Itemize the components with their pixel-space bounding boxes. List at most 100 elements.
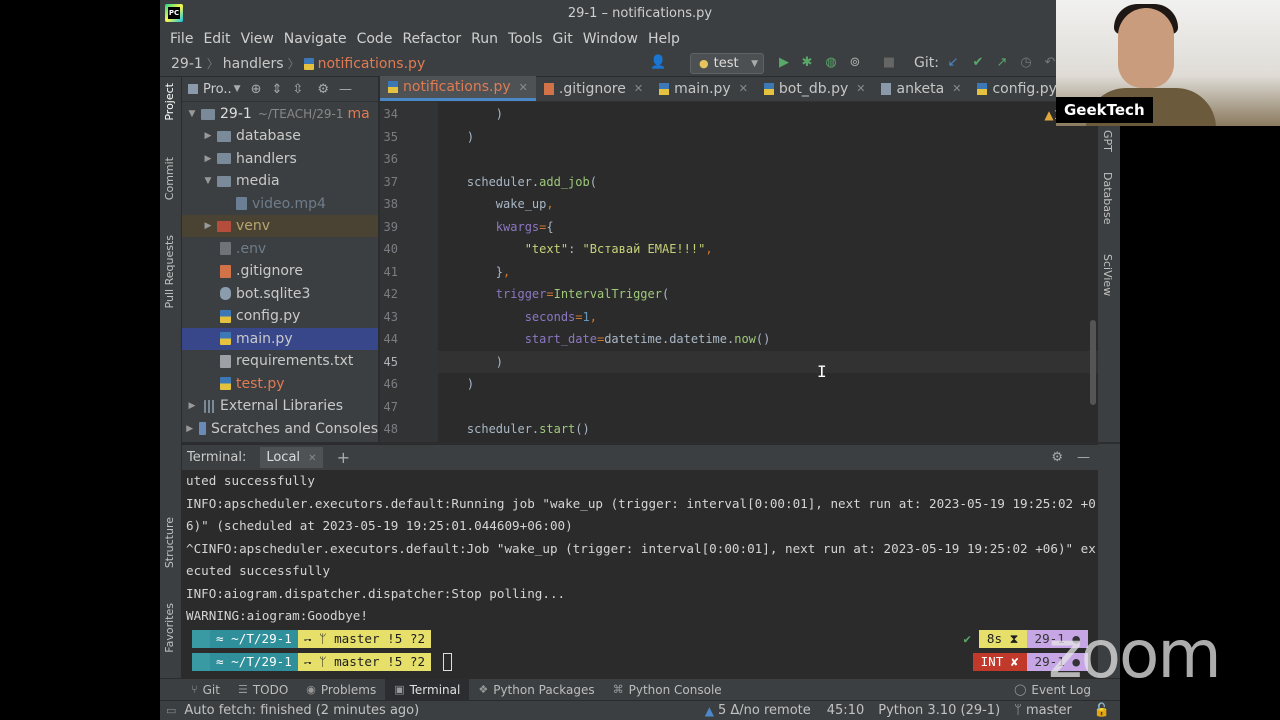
menu-refactor[interactable]: Refactor [397, 31, 466, 47]
tool-tab-terminal[interactable]: ▣ Terminal [385, 678, 470, 701]
menu-help[interactable]: Help [643, 31, 685, 47]
tree-item[interactable]: config.py [182, 305, 378, 327]
expand-all-icon[interactable]: ⇕ [272, 82, 283, 97]
tree-item-label: .gitignore [236, 263, 303, 279]
run-configuration-select[interactable]: ● test ▼ [690, 53, 764, 74]
tree-item[interactable]: .env [182, 238, 378, 260]
menu-file[interactable]: File [165, 31, 198, 47]
project-panel: Pro.. ▼ ⊕ ⇕ ⇳ ⚙ — ▼ 29-1 ~/TEACH/29-1 ma… [182, 77, 378, 442]
gear-icon[interactable]: ⚙ [1051, 450, 1063, 465]
run-icon[interactable]: ▶ [776, 55, 792, 71]
editor-tab-notifications[interactable]: notifications.py ✕ [380, 76, 536, 101]
breadcrumb-file[interactable]: notifications.py [318, 56, 426, 72]
chevron-right-icon[interactable]: ▶ [186, 401, 198, 411]
hide-icon[interactable]: — [339, 82, 352, 97]
code-line: trigger=IntervalTrigger( [495, 287, 670, 301]
tool-tab-favorites[interactable]: Favorites [163, 603, 176, 653]
menu-view[interactable]: View [236, 31, 279, 47]
menu-run[interactable]: Run [466, 31, 503, 47]
editor-tab-main[interactable]: main.py ✕ [651, 76, 756, 101]
menu-code[interactable]: Code [352, 31, 398, 47]
tool-tab-todo[interactable]: ☰ TODO [229, 679, 297, 701]
git-changes[interactable]: 5 Δ/no remote [718, 703, 811, 718]
tree-item[interactable]: ▼ media [182, 170, 378, 192]
lock-icon[interactable]: 🔓 [1094, 703, 1110, 718]
close-icon[interactable]: ✕ [739, 82, 748, 95]
toggle-tool-windows-icon[interactable]: ▭ [166, 704, 176, 717]
chevron-down-icon[interactable]: ▼ [234, 84, 241, 94]
tool-tab-commit[interactable]: Commit [163, 157, 176, 200]
tool-tab-pull-requests[interactable]: Pull Requests [163, 235, 176, 308]
terminal-tab-local[interactable]: Local ✕ [260, 447, 323, 468]
tree-item-label: video.mp4 [252, 195, 326, 212]
close-icon[interactable]: ✕ [634, 82, 643, 95]
tool-tab-gpt[interactable]: GPT [1101, 130, 1114, 152]
coverage-icon[interactable]: ◍ [823, 55, 839, 71]
close-icon[interactable]: ✕ [519, 81, 528, 94]
tree-item[interactable]: bot.sqlite3 [182, 283, 378, 305]
git-push-icon[interactable]: ↗ [994, 55, 1010, 71]
tree-item[interactable]: ▶ venv [182, 215, 378, 237]
tree-item[interactable]: .gitignore [182, 260, 378, 282]
menu-tools[interactable]: Tools [503, 31, 548, 47]
tool-tab-git[interactable]: ⑂ Git [182, 679, 229, 701]
tool-tab-problems[interactable]: ◉ Problems [297, 679, 385, 701]
project-view-selector[interactable]: Pro.. [203, 82, 232, 97]
profile-icon[interactable]: ⊚ [847, 55, 863, 71]
close-icon[interactable]: ✕ [308, 453, 316, 464]
status-message[interactable]: Auto fetch: finished (2 minutes ago) [184, 703, 419, 718]
collapse-all-icon[interactable]: ⇳ [292, 82, 303, 97]
locate-icon[interactable]: ⊕ [251, 82, 262, 97]
git-update-icon[interactable]: ↙ [945, 55, 961, 71]
tree-item[interactable]: ▶ Scratches and Consoles [182, 418, 378, 440]
chevron-right-icon[interactable]: ▶ [202, 131, 214, 141]
tool-tab-database[interactable]: Database [1101, 172, 1114, 225]
chevron-right-icon[interactable]: ▶ [202, 221, 214, 231]
terminal-output[interactable]: uted successfully INFO:apscheduler.execut… [182, 470, 1098, 678]
history-icon[interactable]: ◷ [1018, 55, 1034, 71]
code-editor[interactable]: ▲1 ▲4 ) ) scheduler.add_job( wake_up, kw… [438, 102, 1098, 442]
line-number: 44 [383, 332, 398, 346]
tree-item[interactable]: ▶ database [182, 125, 378, 147]
editor-tab-bot-db[interactable]: bot_db.py ✕ [756, 76, 874, 101]
tree-item[interactable]: ▶ handlers [182, 148, 378, 170]
breadcrumb-folder[interactable]: handlers [223, 56, 284, 72]
chevron-down-icon[interactable]: ▼ [202, 176, 214, 186]
menu-navigate[interactable]: Navigate [279, 31, 352, 47]
chevron-right-icon[interactable]: ▶ [186, 424, 193, 434]
debug-icon[interactable]: ✱ [799, 55, 815, 71]
tree-item[interactable]: video.mp4 [182, 193, 378, 215]
close-icon[interactable]: ✕ [856, 82, 865, 95]
tool-tab-python-console[interactable]: ⌘ Python Console [604, 679, 731, 701]
title-bar: PC 29-1 – notifications.py [160, 0, 1120, 27]
stop-icon[interactable]: ■ [881, 55, 897, 71]
git-commit-icon[interactable]: ✔ [970, 55, 986, 71]
close-icon[interactable]: ✕ [952, 82, 961, 95]
bottom-tool-tabs: ⑂ Git ☰ TODO ◉ Problems ▣ Terminal ❖ Python P… [160, 678, 1120, 701]
git-branch[interactable]: master [1026, 703, 1072, 718]
tool-tab-structure[interactable]: Structure [163, 517, 176, 568]
menu-edit[interactable]: Edit [198, 31, 235, 47]
menu-git[interactable]: Git [548, 31, 578, 47]
editor-tab-anketa[interactable]: anketa ✕ [873, 76, 969, 101]
tree-item[interactable]: main.py [182, 327, 378, 350]
tree-root[interactable]: ▼ 29-1 ~/TEACH/29-1 ma [182, 103, 378, 125]
tool-tab-project[interactable]: Project [163, 83, 176, 121]
chevron-right-icon[interactable]: ▶ [202, 154, 214, 164]
tree-item[interactable]: ▶ External Libraries [182, 395, 378, 417]
breadcrumb-project[interactable]: 29-1 [171, 56, 203, 72]
user-icon[interactable]: 👤 [650, 55, 666, 71]
line-number: 40 [383, 242, 398, 256]
add-tab-icon[interactable]: + [337, 448, 350, 467]
menu-window[interactable]: Window [578, 31, 643, 47]
tool-tab-sciview[interactable]: SciView [1101, 254, 1114, 296]
python-interpreter[interactable]: Python 3.10 (29-1) [878, 703, 1000, 718]
caret-position[interactable]: 45:10 [827, 703, 864, 718]
tree-item[interactable]: test.py [182, 373, 378, 395]
editor-tab-gitignore[interactable]: .gitignore ✕ [536, 76, 651, 101]
editor-scrollbar[interactable] [1090, 320, 1096, 405]
tree-item[interactable]: requirements.txt [182, 350, 378, 372]
gear-icon[interactable]: ⚙ [317, 82, 329, 97]
hide-icon[interactable]: — [1077, 450, 1090, 465]
tool-tab-python-packages[interactable]: ❖ Python Packages [469, 679, 603, 701]
